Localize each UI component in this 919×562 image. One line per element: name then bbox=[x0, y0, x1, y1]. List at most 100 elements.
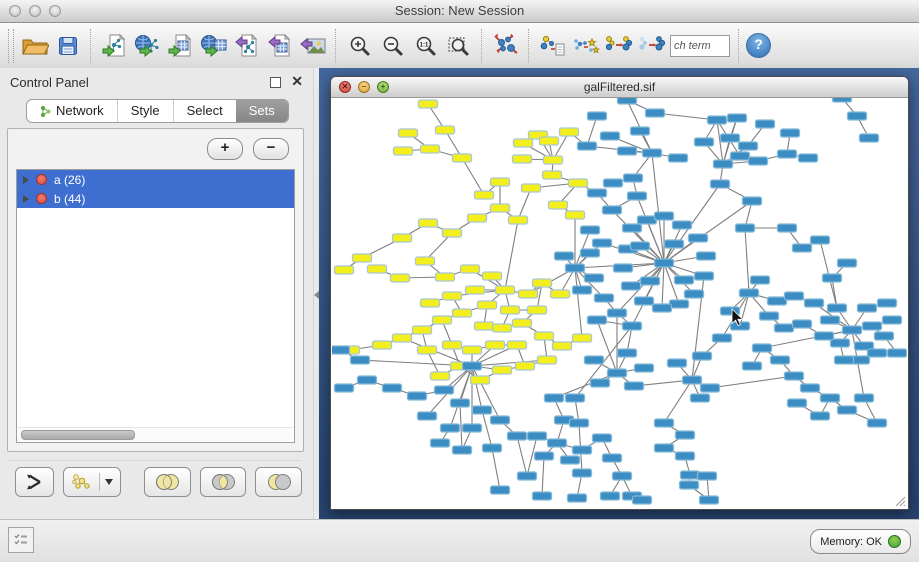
graph-node-selected[interactable] bbox=[368, 265, 387, 273]
graph-node[interactable] bbox=[618, 98, 637, 104]
graph-node[interactable] bbox=[528, 432, 547, 440]
graph-node[interactable] bbox=[351, 356, 370, 364]
graph-edge[interactable] bbox=[492, 448, 500, 490]
graph-edge[interactable] bbox=[745, 228, 749, 293]
graph-node[interactable] bbox=[631, 127, 650, 135]
graph-node-selected[interactable] bbox=[443, 292, 462, 300]
graph-node[interactable] bbox=[778, 150, 797, 158]
export-selection-file-button[interactable] bbox=[536, 28, 569, 64]
graph-node[interactable] bbox=[508, 432, 527, 440]
hide-selection-button[interactable] bbox=[569, 28, 602, 64]
graph-node[interactable] bbox=[591, 379, 610, 387]
graph-node-selected[interactable] bbox=[478, 301, 497, 309]
graph-node[interactable] bbox=[585, 356, 604, 364]
graph-node-selected[interactable] bbox=[433, 316, 452, 324]
minimize-view-button[interactable]: − bbox=[358, 81, 370, 93]
graph-node-selected[interactable] bbox=[544, 156, 563, 164]
close-view-button[interactable]: ✕ bbox=[339, 81, 351, 93]
graph-node[interactable] bbox=[633, 496, 652, 504]
graph-node-selected[interactable] bbox=[501, 306, 520, 314]
graph-edge[interactable] bbox=[542, 456, 544, 496]
graph-node[interactable] bbox=[775, 324, 794, 332]
graph-node[interactable] bbox=[739, 142, 758, 150]
graph-node[interactable] bbox=[555, 252, 574, 260]
graph-node[interactable] bbox=[451, 399, 470, 407]
new-network-from-selection-button[interactable] bbox=[602, 28, 635, 64]
graph-node[interactable] bbox=[335, 384, 354, 392]
graph-node[interactable] bbox=[714, 160, 733, 168]
graph-node[interactable] bbox=[680, 481, 699, 489]
graph-node[interactable] bbox=[473, 406, 492, 414]
graph-node-selected[interactable] bbox=[540, 137, 559, 145]
graph-node[interactable] bbox=[646, 109, 665, 117]
graph-node[interactable] bbox=[581, 226, 600, 234]
graph-node[interactable] bbox=[828, 304, 847, 312]
graph-node[interactable] bbox=[573, 446, 592, 454]
graph-node-selected[interactable] bbox=[475, 322, 494, 330]
graph-node-selected[interactable] bbox=[466, 286, 485, 294]
graph-node[interactable] bbox=[693, 352, 712, 360]
graph-node-selected[interactable] bbox=[431, 372, 450, 380]
graph-node-selected[interactable] bbox=[486, 341, 505, 349]
zoom-fit-selected-button[interactable] bbox=[442, 28, 475, 64]
remove-set-button[interactable]: − bbox=[253, 138, 289, 160]
graph-node[interactable] bbox=[697, 252, 716, 260]
graph-node[interactable] bbox=[595, 294, 614, 302]
graph-node-selected[interactable] bbox=[416, 257, 435, 265]
graph-node[interactable] bbox=[875, 332, 894, 340]
graph-node-selected[interactable] bbox=[443, 229, 462, 237]
graph-node-selected[interactable] bbox=[436, 126, 455, 134]
graph-edge[interactable] bbox=[664, 380, 692, 423]
graph-node[interactable] bbox=[635, 364, 654, 372]
graph-node[interactable] bbox=[788, 399, 807, 407]
graph-node[interactable] bbox=[811, 236, 830, 244]
graph-node[interactable] bbox=[573, 286, 592, 294]
graph-node[interactable] bbox=[332, 346, 350, 354]
graph-node[interactable] bbox=[799, 154, 818, 162]
graph-node[interactable] bbox=[623, 224, 642, 232]
graph-node-selected[interactable] bbox=[475, 191, 494, 199]
graph-node-selected[interactable] bbox=[496, 286, 515, 294]
graph-node[interactable] bbox=[843, 326, 862, 334]
resize-grip-icon[interactable] bbox=[894, 495, 906, 507]
graph-node-selected[interactable] bbox=[373, 341, 392, 349]
graph-node[interactable] bbox=[838, 259, 857, 267]
task-history-button[interactable] bbox=[8, 527, 34, 553]
graph-node[interactable] bbox=[768, 297, 787, 305]
open-folder-button[interactable] bbox=[18, 28, 51, 64]
toolbar-grip[interactable] bbox=[8, 29, 14, 63]
graph-node[interactable] bbox=[868, 419, 887, 427]
graph-node[interactable] bbox=[695, 138, 714, 146]
graph-node[interactable] bbox=[613, 472, 632, 480]
graph-node[interactable] bbox=[868, 349, 887, 357]
graph-node[interactable] bbox=[701, 384, 720, 392]
graph-node-selected[interactable] bbox=[549, 201, 568, 209]
graph-node[interactable] bbox=[778, 224, 797, 232]
new-network-from-all-button[interactable] bbox=[635, 28, 668, 64]
graph-node[interactable] bbox=[833, 98, 852, 102]
graph-node[interactable] bbox=[821, 316, 840, 324]
graph-node[interactable] bbox=[811, 412, 830, 420]
graph-node[interactable] bbox=[760, 312, 779, 320]
graph-node[interactable] bbox=[614, 264, 633, 272]
graph-node[interactable] bbox=[700, 496, 719, 504]
graph-node-selected[interactable] bbox=[508, 341, 527, 349]
graph-node[interactable] bbox=[624, 174, 643, 182]
graph-node[interactable] bbox=[675, 276, 694, 284]
tab-style[interactable]: Style bbox=[117, 100, 173, 122]
graph-node[interactable] bbox=[431, 439, 450, 447]
graph-node[interactable] bbox=[566, 264, 585, 272]
graph-node[interactable] bbox=[561, 456, 580, 464]
graph-node[interactable] bbox=[483, 444, 502, 452]
list-item-set-b[interactable]: b (44) bbox=[17, 189, 294, 208]
graph-node[interactable] bbox=[888, 349, 907, 357]
graph-node[interactable] bbox=[601, 132, 620, 140]
graph-node-selected[interactable] bbox=[461, 265, 480, 273]
graph-node[interactable] bbox=[655, 259, 674, 267]
graph-node[interactable] bbox=[463, 362, 482, 370]
graph-edge[interactable] bbox=[505, 220, 518, 290]
graph-node[interactable] bbox=[570, 419, 589, 427]
network-view-window[interactable]: ✕ − + galFiltered.sif bbox=[330, 76, 909, 510]
graph-node-selected[interactable] bbox=[399, 129, 418, 137]
graph-node-selected[interactable] bbox=[491, 178, 510, 186]
